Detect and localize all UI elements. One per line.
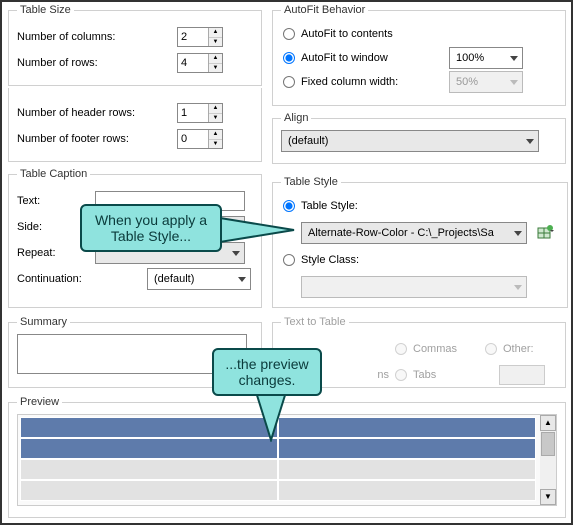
spin-down-icon[interactable]: ▼ (209, 140, 222, 149)
callout-text: When you apply a Table Style... (95, 212, 207, 244)
columns-input[interactable] (178, 28, 208, 46)
preview-cell (20, 459, 278, 480)
autofit-window-radio[interactable] (283, 52, 295, 64)
table-size-legend: Table Size (17, 4, 74, 16)
callout-apply-style: When you apply a Table Style... (80, 204, 222, 252)
spin-up-icon[interactable]: ▲ (209, 104, 222, 114)
caption-legend: Table Caption (17, 168, 90, 180)
autofit-window-combo[interactable]: 100% (449, 47, 523, 69)
chevron-down-icon (510, 56, 518, 61)
footer-rows-input[interactable] (178, 130, 208, 148)
footer-rows-label: Number of footer rows: (17, 133, 177, 145)
tabs-radio (395, 369, 407, 381)
autofit-fixed-label[interactable]: Fixed column width: (301, 76, 431, 88)
table-style-legend: Table Style (281, 176, 341, 188)
preview-cell (278, 438, 536, 459)
autofit-fixed-radio[interactable] (283, 76, 295, 88)
align-value: (default) (288, 135, 328, 147)
columns-label: Number of columns: (17, 31, 177, 43)
preview-cell (20, 417, 278, 438)
preview-cell (278, 459, 536, 480)
preview-cell (278, 417, 536, 438)
chevron-down-icon (510, 80, 518, 85)
align-combo[interactable]: (default) (281, 130, 539, 152)
footer-rows-spinner[interactable]: ▲▼ (177, 129, 223, 149)
table-size-group-2: Number of header rows: ▲▼ Number of foot… (8, 88, 262, 162)
table-style-label[interactable]: Table Style: (301, 200, 358, 212)
table-style-value: Alternate-Row-Color - C:\_Projects\Sa (308, 227, 494, 239)
align-group: Align (default) (272, 112, 566, 164)
other-label: Other: (503, 343, 534, 355)
align-legend: Align (281, 112, 311, 124)
style-class-radio[interactable] (283, 254, 295, 266)
chevron-down-icon (526, 139, 534, 144)
spin-up-icon[interactable]: ▲ (209, 130, 222, 140)
chevron-down-icon (514, 285, 522, 290)
spin-down-icon[interactable]: ▼ (209, 38, 222, 47)
autofit-fixed-combo: 50% (449, 71, 523, 93)
scroll-down-icon[interactable]: ▼ (540, 489, 556, 505)
chevron-down-icon (238, 277, 246, 282)
spin-up-icon[interactable]: ▲ (209, 54, 222, 64)
spin-up-icon[interactable]: ▲ (209, 28, 222, 38)
header-rows-spinner[interactable]: ▲▼ (177, 103, 223, 123)
spin-down-icon[interactable]: ▼ (209, 114, 222, 123)
scroll-thumb[interactable] (541, 432, 555, 456)
commas-radio (395, 343, 407, 355)
autofit-contents-radio[interactable] (283, 28, 295, 40)
text-to-table-legend: Text to Table (281, 316, 349, 328)
rows-label: Number of rows: (17, 57, 177, 69)
autofit-fixed-value: 50% (456, 76, 478, 88)
autofit-legend: AutoFit Behavior (281, 4, 368, 16)
table-size-group: Table Size Number of columns: ▲▼ Number … (8, 4, 262, 86)
style-class-combo (301, 276, 527, 298)
spin-down-icon[interactable]: ▼ (209, 64, 222, 73)
style-class-label[interactable]: Style Class: (301, 254, 359, 266)
preview-cell (20, 480, 278, 501)
table-style-group: Table Style Table Style: Alternate-Row-C… (272, 176, 568, 308)
columns-spinner[interactable]: ▲▼ (177, 27, 223, 47)
commas-label: Commas (413, 343, 483, 355)
scroll-up-icon[interactable]: ▲ (540, 415, 556, 431)
summary-legend: Summary (17, 316, 70, 328)
autofit-group: AutoFit Behavior AutoFit to contents Aut… (272, 4, 566, 106)
preview-cell (278, 480, 536, 501)
autofit-contents-label[interactable]: AutoFit to contents (301, 28, 393, 40)
tabs-label: Tabs (413, 369, 483, 381)
callout-preview-changes: ...the preview changes. (212, 348, 322, 396)
callout-tail-icon (252, 390, 292, 442)
header-rows-input[interactable] (178, 104, 208, 122)
caption-continuation-combo[interactable]: (default) (147, 268, 251, 290)
callout-tail-icon (218, 212, 298, 252)
chevron-down-icon (514, 231, 522, 236)
preview-legend: Preview (17, 396, 62, 408)
table-style-radio[interactable] (283, 200, 295, 212)
autofit-window-label[interactable]: AutoFit to window (301, 52, 431, 64)
preview-cell (20, 438, 278, 459)
table-add-icon (537, 224, 555, 242)
rows-spinner[interactable]: ▲▼ (177, 53, 223, 73)
other-input (499, 365, 545, 385)
table-style-combo[interactable]: Alternate-Row-Color - C:\_Projects\Sa (301, 222, 527, 244)
table-style-action-button[interactable] (533, 222, 559, 244)
callout-text: ...the preview changes. (225, 356, 308, 388)
caption-continuation-label: Continuation: (17, 273, 95, 285)
header-rows-label: Number of header rows: (17, 107, 177, 119)
scrollbar[interactable]: ▲ ▼ (540, 415, 556, 505)
caption-continuation-value: (default) (154, 273, 194, 285)
autofit-window-value: 100% (456, 52, 484, 64)
other-radio (485, 343, 497, 355)
rows-input[interactable] (178, 54, 208, 72)
